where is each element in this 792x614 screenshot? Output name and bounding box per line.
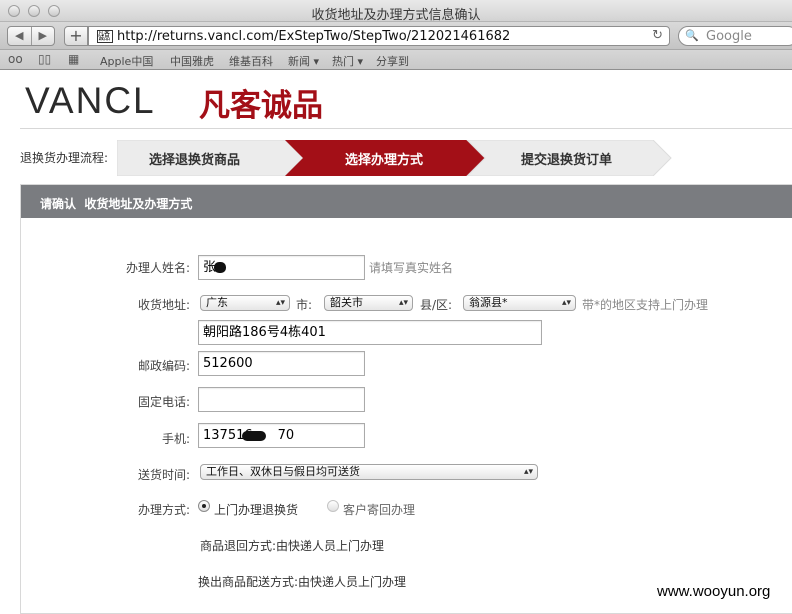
watermark: www.wooyun.org xyxy=(655,583,773,600)
mobile-input[interactable]: 137516 70 xyxy=(198,423,365,448)
delivery-time-label: 送货时间: xyxy=(137,468,190,482)
radio-mail-back-label[interactable]: 客户寄回办理 xyxy=(343,501,415,518)
district-hint: 带*的地区支持上门办理 xyxy=(582,298,709,312)
mobile-label: 手机: xyxy=(161,432,190,446)
city-label: 市: xyxy=(296,298,313,312)
radio-home-service-label[interactable]: 上门办理退换货 xyxy=(214,501,298,518)
select-arrows-icon: ▴▾ xyxy=(275,298,285,308)
history-nav: ◀ ▶ xyxy=(7,26,55,46)
return-method-info: 商品退回方式:由快递人员上门办理 xyxy=(200,539,385,553)
bookmark-menu-popular[interactable]: 热门 ▾ xyxy=(332,53,363,69)
vancl-logo-chinese[interactable]: 凡客诚品 xyxy=(199,80,323,125)
province-select[interactable]: 广东 ▴▾ xyxy=(200,295,290,311)
step-select-method: 选择办理方式 xyxy=(345,153,424,168)
step-select-goods: 选择退换货商品 xyxy=(149,153,241,168)
address-bar[interactable]: 凡客诚品 http://returns.vancl.com/ExStepTwo/… xyxy=(88,26,670,46)
postcode-input[interactable]: 512600 xyxy=(198,351,365,376)
radio-mail-back[interactable] xyxy=(327,500,339,512)
back-button[interactable]: ◀ xyxy=(8,27,31,45)
name-label: 办理人姓名: xyxy=(125,261,190,275)
select-arrows-icon: ▴▾ xyxy=(398,298,408,308)
url-text[interactable]: http://returns.vancl.com/ExStepTwo/StepT… xyxy=(117,29,510,44)
header-divider xyxy=(20,128,792,129)
phone-input[interactable] xyxy=(198,387,365,412)
search-icon: 🔍 xyxy=(685,29,699,42)
vancl-logo[interactable]: VANCL xyxy=(25,80,156,122)
select-arrows-icon: ▴▾ xyxy=(523,467,533,477)
forward-button[interactable]: ▶ xyxy=(30,27,55,45)
search-placeholder: Google xyxy=(706,29,752,44)
radio-home-service[interactable] xyxy=(198,500,210,512)
district-select[interactable]: 翁源县* ▴▾ xyxy=(463,295,576,311)
street-address-input[interactable]: 朝阳路186号4栋401 xyxy=(198,320,542,345)
select-arrows-icon: ▴▾ xyxy=(561,298,571,308)
panel-header: 请确认 收货地址及办理方式 xyxy=(21,185,792,218)
redaction-mark xyxy=(242,431,266,441)
panel-title: 请确认 收货地址及办理方式 xyxy=(40,197,193,211)
method-label: 办理方式: xyxy=(137,503,190,517)
bookmarks-book-icon[interactable]: ▯▯ xyxy=(38,52,51,66)
bookmarks-bar: oo ▯▯ ▦ Apple中国 中国雅虎 维基百科 新闻 ▾ 热门 ▾ 分享到 xyxy=(0,50,792,70)
phone-label: 固定电话: xyxy=(137,395,190,409)
search-field[interactable]: 🔍 Google xyxy=(678,26,792,46)
district-label: 县/区: xyxy=(420,298,453,312)
name-hint: 请填写真实姓名 xyxy=(369,261,454,275)
bookmark-menu-news[interactable]: 新闻 ▾ xyxy=(288,53,319,69)
reload-icon[interactable]: ↻ xyxy=(652,28,663,43)
site-favicon-icon: 凡客诚品 xyxy=(97,30,113,43)
redaction-mark xyxy=(214,262,226,273)
window-titlebar: 收货地址及办理方式信息确认 xyxy=(0,0,792,23)
city-select[interactable]: 韶关市 ▴▾ xyxy=(324,295,413,311)
top-sites-grid-icon[interactable]: ▦ xyxy=(68,52,79,66)
reading-list-icon[interactable]: oo xyxy=(8,52,23,66)
bookmark-item[interactable]: 中国雅虎 xyxy=(170,53,214,69)
postcode-label: 邮政编码: xyxy=(137,359,190,373)
new-tab-button[interactable]: + xyxy=(64,26,88,46)
exchange-delivery-info: 换出商品配送方式:由快递人员上门办理 xyxy=(198,575,407,589)
bookmark-item[interactable]: 维基百科 xyxy=(229,53,273,69)
delivery-time-select[interactable]: 工作日、双休日与假日均可送货 ▴▾ xyxy=(200,464,538,480)
window-title: 收货地址及办理方式信息确认 xyxy=(311,8,481,23)
browser-toolbar: ◀ ▶ + 凡客诚品 http://returns.vancl.com/ExSt… xyxy=(0,22,792,50)
address-label: 收货地址: xyxy=(137,298,190,312)
bookmark-item[interactable]: 分享到 xyxy=(376,53,409,69)
process-label: 退换货办理流程: xyxy=(20,151,109,165)
step-submit-order: 提交退换货订单 xyxy=(521,153,613,168)
bookmark-item[interactable]: Apple中国 xyxy=(100,53,153,69)
